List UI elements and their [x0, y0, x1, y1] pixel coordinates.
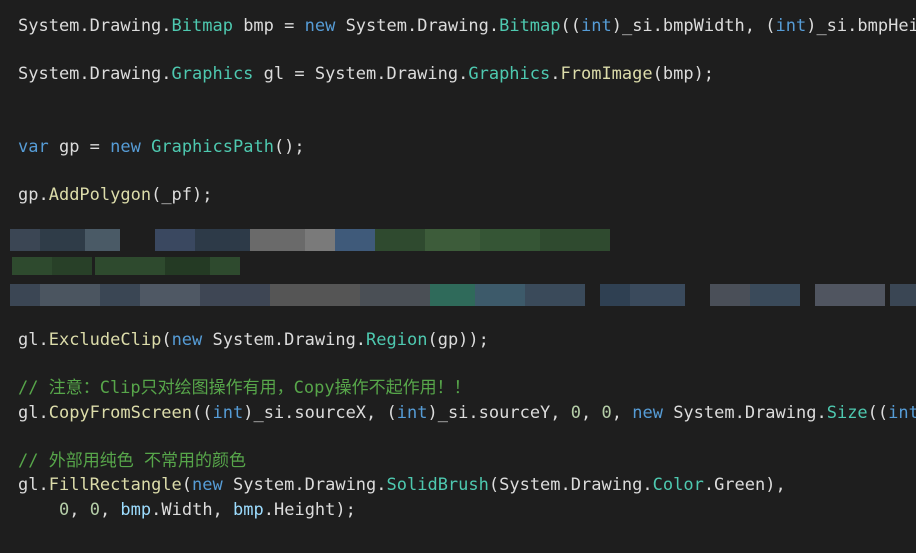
- code-line[interactable]: // 外部用纯色 不常用的颜色: [18, 449, 246, 473]
- code-token: (System.Drawing.: [488, 475, 653, 495]
- code-line[interactable]: 0, 0, bmp.Width, bmp.Height);: [18, 498, 356, 522]
- type-token: Color: [652, 475, 704, 495]
- code-token: System.Drawing.: [222, 475, 387, 495]
- method-token: AddPolygon: [48, 185, 152, 205]
- keyword-token: new: [171, 330, 203, 350]
- number-token: 0: [570, 403, 582, 423]
- redacted-line: [0, 257, 260, 275]
- code-token: gl = System.Drawing.: [253, 64, 469, 84]
- type-token: Bitmap: [171, 16, 233, 36]
- method-token: FromImage: [560, 64, 653, 84]
- keyword-token: int: [396, 403, 428, 423]
- code-token: bmp =: [232, 16, 305, 36]
- keyword-token: int: [212, 403, 244, 423]
- code-token: gl.: [18, 475, 49, 495]
- code-token: (: [181, 475, 193, 495]
- code-token: System.Drawing.: [662, 403, 827, 423]
- code-token: gp.: [18, 185, 49, 205]
- code-token: (_pf);: [151, 185, 213, 205]
- type-token: Graphics: [171, 64, 254, 84]
- code-token: ();: [273, 137, 305, 157]
- method-token: ExcludeClip: [48, 330, 162, 350]
- type-token: SolidBrush: [386, 475, 489, 495]
- code-token: )_si.bmpWidth, (: [611, 16, 776, 36]
- code-token: gp =: [48, 137, 111, 157]
- code-line[interactable]: gl.FillRectangle(new System.Drawing.Soli…: [18, 473, 786, 497]
- redacted-line: [0, 284, 916, 306]
- number-token: 0: [58, 500, 70, 520]
- code-token: .Green),: [703, 475, 786, 495]
- code-token: gl.: [18, 403, 49, 423]
- method-token: FillRectangle: [48, 475, 182, 495]
- keyword-token: new: [632, 403, 663, 423]
- code-token: ,: [69, 500, 90, 520]
- keyword-token: new: [304, 16, 336, 36]
- code-token: ,: [99, 500, 121, 520]
- code-line[interactable]: System.Drawing.Graphics gl = System.Draw…: [18, 62, 714, 86]
- code-line[interactable]: var gp = new GraphicsPath();: [18, 135, 305, 159]
- code-token: ,: [581, 403, 602, 423]
- keyword-token: new: [192, 475, 223, 495]
- code-token: )_si.sourceX, (: [243, 403, 397, 423]
- code-token: .Width,: [151, 500, 234, 520]
- code-token: (: [161, 330, 172, 350]
- code-line[interactable]: System.Drawing.Bitmap bmp = new System.D…: [18, 14, 916, 38]
- number-token: 0: [601, 403, 612, 423]
- code-token: ((: [560, 16, 581, 36]
- keyword-token: int: [581, 16, 612, 36]
- code-token: (bmp);: [652, 64, 715, 84]
- code-token: System.Drawing.: [18, 64, 172, 84]
- comment-token: // 外部用纯色 不常用的颜色: [18, 451, 246, 471]
- code-token: .: [550, 64, 561, 84]
- method-token: CopyFromScreen: [48, 403, 193, 423]
- code-token: gl.: [18, 330, 49, 350]
- code-token: System.Drawing.: [18, 16, 172, 36]
- code-token: System.Drawing.: [335, 16, 500, 36]
- code-line[interactable]: gl.ExcludeClip(new System.Drawing.Region…: [18, 328, 489, 352]
- code-line[interactable]: // 注意：Clip只对绘图操作有用，Copy操作不起作用！！: [18, 376, 471, 400]
- code-token: ((: [867, 403, 889, 423]
- comment-token: // 注意：Clip只对绘图操作有用，Copy操作不起作用！！: [18, 378, 471, 398]
- code-editor[interactable]: System.Drawing.Bitmap bmp = new System.D…: [0, 0, 916, 553]
- code-token: ((: [192, 403, 213, 423]
- code-token: (gp));: [427, 330, 489, 350]
- redacted-line: [0, 229, 620, 251]
- keyword-token: int: [775, 16, 807, 36]
- code-line[interactable]: gp.AddPolygon(_pf);: [18, 183, 213, 207]
- variable-token: bmp: [120, 500, 152, 520]
- code-token: System.Drawing.: [202, 330, 367, 350]
- type-token: Region: [366, 330, 428, 350]
- keyword-token: var: [18, 137, 49, 157]
- variable-token: bmp: [233, 500, 264, 520]
- keyword-token: int: [888, 403, 916, 423]
- code-token: .Height);: [263, 500, 356, 520]
- keyword-token: new: [110, 137, 141, 157]
- type-token: Bitmap: [499, 16, 561, 36]
- code-line[interactable]: gl.CopyFromScreen((int)_si.sourceX, (int…: [18, 401, 916, 425]
- type-token: Graphics: [468, 64, 551, 84]
- code-token: ,: [611, 403, 633, 423]
- type-token: Size: [826, 403, 868, 423]
- code-token: )_si.sourceY,: [427, 403, 571, 423]
- number-token: 0: [89, 500, 100, 520]
- type-token: GraphicsPath: [151, 137, 274, 157]
- code-token: )_si.bmpHeight);: [806, 16, 916, 36]
